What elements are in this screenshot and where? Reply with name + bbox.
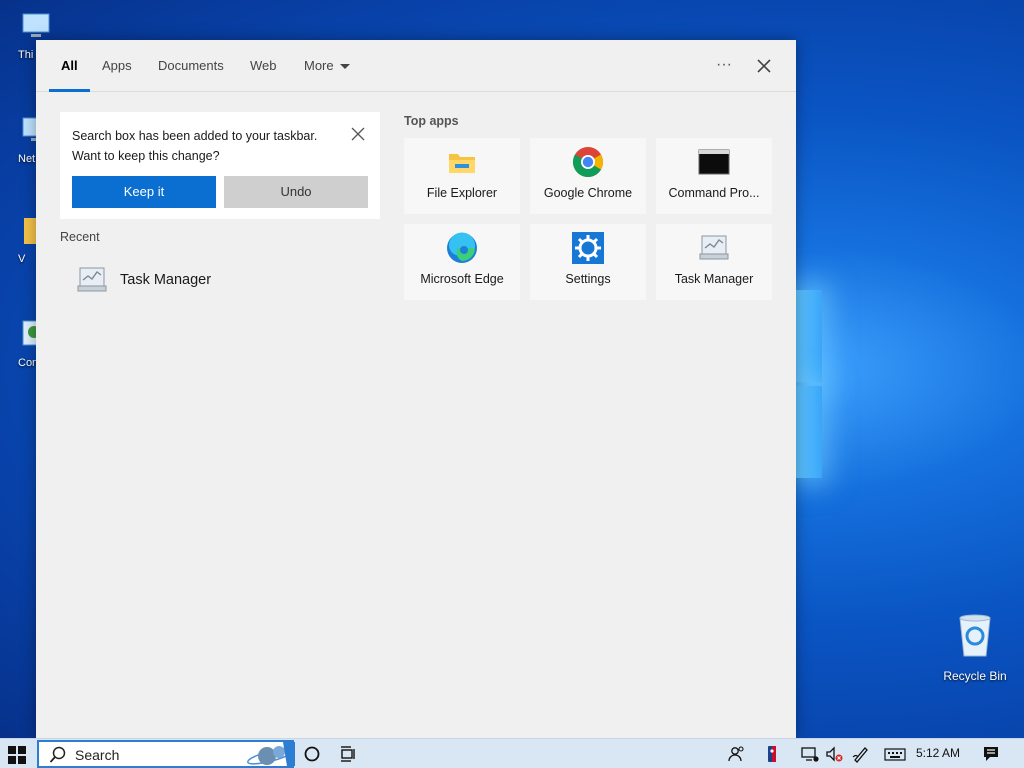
- pen-workspace-icon[interactable]: [852, 745, 870, 763]
- notice-message: Search box has been added to your taskba…: [72, 129, 318, 163]
- search-icon: [49, 746, 66, 763]
- tab-web[interactable]: Web: [250, 40, 277, 92]
- tab-documents[interactable]: Documents: [158, 40, 224, 92]
- command-prompt-icon: [698, 149, 730, 175]
- action-center-icon[interactable]: [982, 745, 1000, 763]
- recycle-bin-icon: [959, 614, 991, 657]
- nba-app-icon[interactable]: [763, 745, 781, 763]
- taskbar-clock[interactable]: 5:12 AM: [916, 746, 960, 760]
- taskbar-search-notice: Search box has been added to your taskba…: [60, 112, 380, 219]
- tile-microsoft-edge[interactable]: Microsoft Edge: [404, 224, 520, 300]
- search-input[interactable]: [75, 745, 235, 765]
- edge-icon: [447, 232, 477, 263]
- top-apps-heading: Top apps: [404, 114, 459, 128]
- people-icon[interactable]: [727, 745, 745, 763]
- search-panel: All Apps Documents Web More ··· Search b…: [36, 40, 796, 738]
- search-tabs: All Apps Documents Web More ···: [36, 40, 796, 92]
- recent-heading: Recent: [60, 230, 100, 244]
- more-options-button[interactable]: ···: [712, 54, 736, 78]
- desktop-icon-recycle-bin[interactable]: Recycle Bin: [940, 612, 1010, 683]
- keep-it-button[interactable]: Keep it: [72, 176, 216, 208]
- tab-all[interactable]: All: [49, 40, 89, 92]
- touch-keyboard-icon[interactable]: [884, 745, 906, 763]
- tile-google-chrome[interactable]: Google Chrome: [530, 138, 646, 214]
- tab-apps[interactable]: Apps: [102, 40, 132, 92]
- volume-muted-icon[interactable]: [825, 745, 843, 763]
- network-tray-icon[interactable]: [801, 745, 819, 763]
- cortana-icon[interactable]: [303, 745, 321, 763]
- tab-more[interactable]: More: [304, 40, 350, 92]
- chevron-down-icon: [339, 64, 350, 70]
- search-highlight-planet-icon: [247, 742, 295, 766]
- windows-start-icon[interactable]: [8, 746, 26, 764]
- dismiss-notice-icon[interactable]: [350, 126, 366, 142]
- taskbar-search-box[interactable]: [37, 740, 295, 768]
- task-manager-icon: [699, 235, 729, 260]
- settings-gear-icon: [572, 232, 604, 264]
- taskbar: 5:12 AM: [0, 738, 1024, 768]
- recent-item-task-manager[interactable]: Task Manager: [60, 260, 380, 300]
- file-explorer-icon: [449, 154, 475, 173]
- tile-file-explorer[interactable]: File Explorer: [404, 138, 520, 214]
- tile-command-prompt[interactable]: Command Pro...: [656, 138, 772, 214]
- tile-settings[interactable]: Settings: [530, 224, 646, 300]
- close-icon[interactable]: [752, 54, 776, 78]
- task-view-icon[interactable]: [339, 745, 357, 763]
- tile-task-manager[interactable]: Task Manager: [656, 224, 772, 300]
- chrome-icon: [572, 147, 604, 178]
- undo-button[interactable]: Undo: [224, 176, 368, 208]
- computer-icon: [22, 13, 50, 37]
- task-manager-icon: [77, 267, 107, 292]
- windows-wallpaper-logo: [796, 290, 824, 480]
